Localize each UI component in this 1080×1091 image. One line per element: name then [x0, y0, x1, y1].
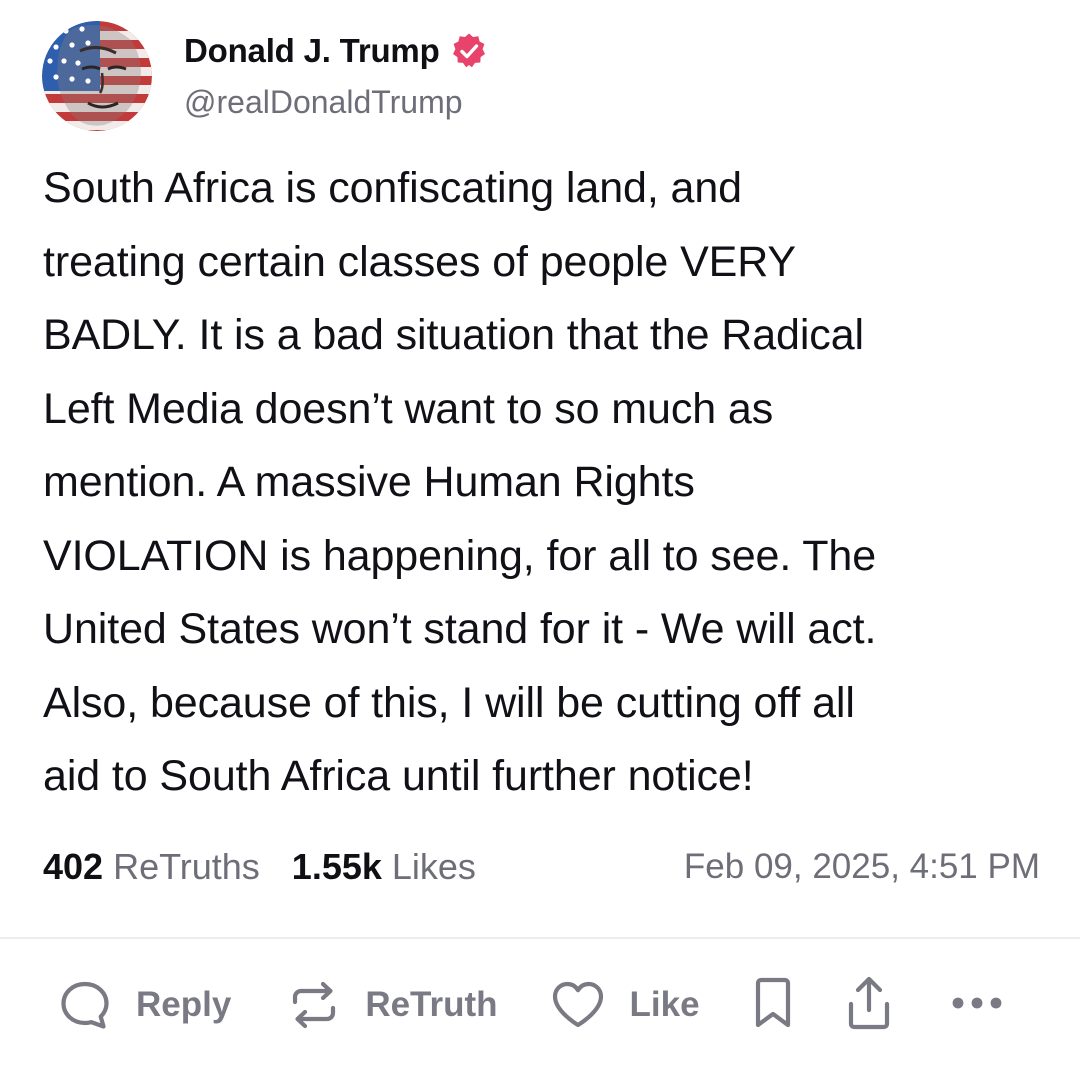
more-button[interactable]	[950, 993, 1004, 1018]
truth-post: Donald J. Trump @realDonaldTrump South A…	[0, 0, 1080, 1091]
retruths-label: ReTruths	[113, 846, 260, 887]
heart-icon	[550, 978, 606, 1032]
divider	[0, 937, 1080, 939]
share-icon	[844, 974, 894, 1037]
author-block: Donald J. Trump @realDonaldTrump	[184, 32, 488, 121]
bookmark-button[interactable]	[750, 975, 796, 1036]
reply-label: Reply	[136, 985, 232, 1024]
author-handle[interactable]: @realDonaldTrump	[184, 84, 488, 121]
retruth-label: ReTruth	[365, 985, 498, 1024]
likes-stat[interactable]: 1.55k Likes	[292, 846, 476, 888]
post-body: South Africa is confiscating land, and t…	[43, 164, 877, 800]
likes-label: Likes	[391, 846, 476, 887]
display-name[interactable]: Donald J. Trump	[184, 32, 440, 70]
share-button[interactable]	[844, 974, 894, 1037]
action-bar: Reply ReTruth Like	[58, 970, 1028, 1040]
avatar[interactable]	[42, 21, 152, 131]
retruth-button[interactable]: ReTruth	[287, 978, 498, 1032]
like-button[interactable]: Like	[550, 978, 700, 1032]
like-label: Like	[629, 985, 700, 1024]
display-name-row: Donald J. Trump	[184, 32, 488, 70]
post-timestamp[interactable]: Feb 09, 2025, 4:51 PM	[684, 847, 1040, 887]
reply-icon	[58, 978, 112, 1032]
retruths-count: 402	[43, 846, 104, 887]
more-icon	[950, 993, 1004, 1018]
post-stats: 402 ReTruths 1.55k Likes Feb 09, 2025, 4…	[43, 842, 1040, 892]
reply-button[interactable]: Reply	[58, 978, 231, 1032]
retruths-stat[interactable]: 402 ReTruths	[43, 846, 260, 888]
retruth-icon	[287, 978, 341, 1032]
likes-count: 1.55k	[291, 846, 382, 887]
post-header: Donald J. Trump @realDonaldTrump	[42, 20, 488, 132]
verified-badge-icon	[450, 32, 488, 70]
bookmark-icon	[750, 975, 796, 1036]
